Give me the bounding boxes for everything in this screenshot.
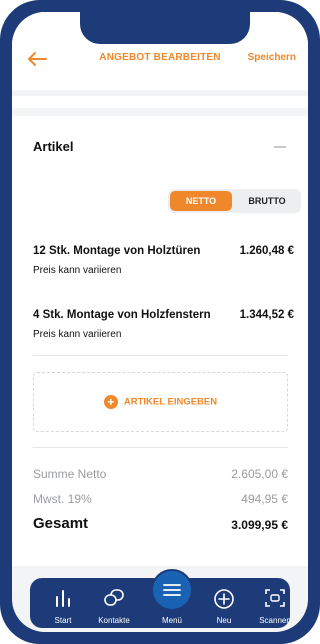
add-article-button[interactable]: + ARTIKEL EINGEBEN [34, 395, 287, 409]
device-notch [80, 12, 250, 44]
add-article-label: ARTIKEL EINGEBEN [123, 396, 218, 408]
total-value: 3.099,95 € [231, 518, 288, 532]
netto-brutto-toggle[interactable]: NETTO BRUTTO [168, 189, 301, 213]
tab-contacts[interactable]: Kontakte [89, 578, 139, 628]
netto-value: 2.605,00 € [231, 467, 288, 481]
tax-label: Mwst. 19% [33, 492, 92, 506]
save-button[interactable]: Speichern [248, 52, 296, 63]
total-label: Gesamt [33, 515, 89, 532]
add-article-box[interactable]: + ARTIKEL EINGEBEN [33, 372, 288, 432]
hamburger-icon [163, 584, 181, 596]
divider [33, 447, 288, 448]
item-price: 1.260,48 € [239, 245, 294, 257]
section-title: Artikel [33, 139, 74, 154]
tab-label: Scannen [259, 616, 291, 625]
scan-icon [265, 589, 285, 607]
bar-chart-icon [56, 590, 70, 607]
item-name: 12 Stk. Montage von Holztüren [33, 245, 201, 257]
app-screen: ANGEBOT BEARBEITEN Speichern Artikel NET… [12, 12, 308, 632]
chat-bubbles-icon [104, 589, 124, 606]
tax-value: 494,95 € [241, 492, 288, 506]
divider [33, 355, 288, 356]
item-price: 1.344,52 € [239, 309, 294, 321]
menu-bubble [151, 569, 193, 611]
collapse-minus-icon[interactable] [274, 146, 286, 148]
bottom-tab-bar: Start Kontakte Menü Neu Scannen [30, 569, 291, 628]
toggle-netto[interactable]: NETTO [170, 191, 232, 211]
item-name: 4 Stk. Montage von Holzfenstern [33, 309, 211, 321]
item-note: Preis kann variieren [33, 329, 122, 340]
netto-label: Summe Netto [33, 467, 107, 481]
plus-circle-outline-icon [214, 589, 234, 609]
phone-frame: ANGEBOT BEARBEITEN Speichern Artikel NET… [0, 0, 320, 644]
toggle-brutto[interactable]: BRUTTO [234, 189, 300, 213]
plus-circle-icon: + [103, 395, 118, 409]
item-note: Preis kann variieren [33, 265, 122, 276]
tab-scan[interactable]: Scannen [250, 578, 300, 628]
previous-card-edge [12, 96, 308, 108]
